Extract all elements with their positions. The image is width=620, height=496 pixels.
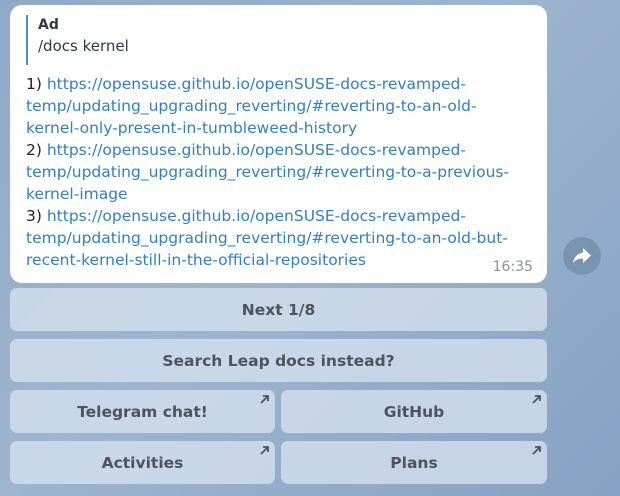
activities-label: Activities bbox=[101, 453, 184, 472]
reply-text: /docs kernel bbox=[38, 37, 129, 55]
plans-button[interactable]: Plans bbox=[281, 441, 547, 484]
message-text: 1) https://opensuse.github.io/openSUSE-d… bbox=[26, 73, 526, 271]
plans-label: Plans bbox=[390, 453, 438, 472]
next-page-label: Next 1/8 bbox=[241, 300, 316, 319]
list-item: 1) https://opensuse.github.io/openSUSE-d… bbox=[26, 73, 526, 139]
reply-quote[interactable]: Ad /docs kernel bbox=[26, 15, 129, 65]
reply-sender: Ad bbox=[38, 17, 59, 33]
next-page-button[interactable]: Next 1/8 bbox=[10, 288, 547, 331]
doc-link[interactable]: https://opensuse.github.io/openSUSE-docs… bbox=[26, 141, 509, 203]
arrow-up-right-icon bbox=[260, 446, 269, 455]
list-item: 2) https://opensuse.github.io/openSUSE-d… bbox=[26, 139, 526, 205]
search-leap-label: Search Leap docs instead? bbox=[162, 351, 395, 370]
search-leap-button[interactable]: Search Leap docs instead? bbox=[10, 339, 547, 382]
arrow-up-right-icon bbox=[532, 446, 541, 455]
activities-button[interactable]: Activities bbox=[10, 441, 275, 484]
github-button[interactable]: GitHub bbox=[281, 390, 547, 433]
item-number: 2) bbox=[26, 141, 42, 159]
item-number: 3) bbox=[26, 207, 42, 225]
doc-link[interactable]: https://opensuse.github.io/openSUSE-docs… bbox=[26, 207, 508, 269]
forward-button[interactable] bbox=[563, 237, 601, 275]
forward-arrow-icon bbox=[573, 248, 591, 264]
telegram-chat-button[interactable]: Telegram chat! bbox=[10, 390, 275, 433]
arrow-up-right-icon bbox=[532, 395, 541, 404]
doc-link[interactable]: https://opensuse.github.io/openSUSE-docs… bbox=[26, 75, 477, 137]
list-item: 3) https://opensuse.github.io/openSUSE-d… bbox=[26, 205, 526, 271]
item-number: 1) bbox=[26, 75, 42, 93]
arrow-up-right-icon bbox=[260, 395, 269, 404]
telegram-chat-label: Telegram chat! bbox=[77, 402, 208, 421]
github-label: GitHub bbox=[383, 402, 445, 421]
